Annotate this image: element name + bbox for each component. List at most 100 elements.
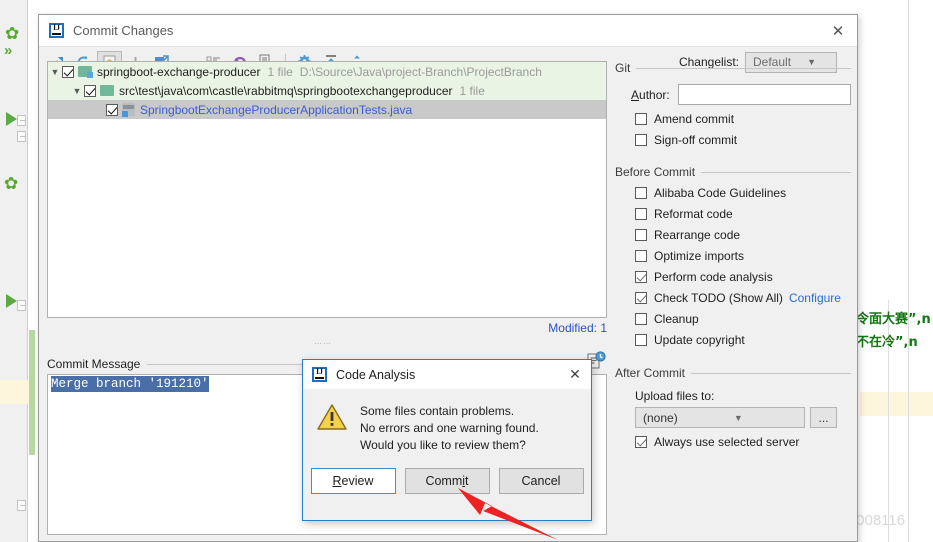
table-row[interactable]: ▼ src\test\java\com\castle\rabbitmq\spri… <box>48 81 606 100</box>
update-copyright-checkbox[interactable] <box>635 334 647 346</box>
optimize-imports-checkbox[interactable] <box>635 250 647 262</box>
cleanup-label: Cleanup <box>654 312 699 326</box>
always-use-server-row[interactable]: Always use selected server <box>635 435 851 449</box>
chevron-down-icon: ▼ <box>733 412 743 423</box>
spring-leaf-icon[interactable]: ✿ <box>5 25 23 43</box>
alibaba-guidelines-checkbox[interactable] <box>635 187 647 199</box>
tree-node-label: SpringbootExchangeProducerApplicationTes… <box>140 102 413 117</box>
dialog-body: Some files contain problems. No errors a… <box>303 389 591 454</box>
code-fold-marker[interactable] <box>17 300 26 311</box>
signoff-commit-label: Sign-off commit <box>654 133 738 147</box>
tree-node-label: springboot-exchange-producer <box>97 64 261 79</box>
close-icon[interactable]: ✕ <box>825 18 851 44</box>
amend-commit-row[interactable]: Amend commit <box>635 112 851 126</box>
intellij-logo-icon <box>49 23 64 38</box>
chevron-down-icon[interactable]: ▼ <box>48 67 62 77</box>
git-section: Git Author: Amend commit Sign-off commit <box>615 61 851 147</box>
git-section-title: Git <box>615 61 631 75</box>
upload-target-row: (none) ▼ ... <box>635 407 851 428</box>
check-todo-label: Check TODO (Show All) <box>654 291 783 305</box>
tree-node-count: 1 file <box>267 64 293 79</box>
update-copyright-label: Update copyright <box>654 333 745 347</box>
java-test-file-icon <box>122 103 135 117</box>
code-fold-marker[interactable] <box>17 131 26 142</box>
row-checkbox[interactable] <box>106 103 118 116</box>
optimize-imports-label: Optimize imports <box>654 249 745 263</box>
code-fold-marker[interactable] <box>17 115 26 126</box>
editor-gutter <box>0 0 28 542</box>
upload-server-value: (none) <box>643 410 678 425</box>
before-commit-title: Before Commit <box>615 165 696 179</box>
dialog-message-line-3: Would you like to review them? <box>360 438 526 452</box>
chevron-down-icon[interactable]: ▼ <box>70 86 84 96</box>
before-commit-section: Before Commit Alibaba Code Guidelines Re… <box>615 165 851 347</box>
module-folder-icon <box>78 66 93 78</box>
row-checkbox[interactable] <box>84 84 96 97</box>
dialog-message-line-1: Some files contain problems. <box>360 404 515 418</box>
spring-bean-icon[interactable]: ✿ <box>4 175 22 193</box>
rearrange-code-checkbox[interactable] <box>635 229 647 241</box>
check-todo-checkbox[interactable] <box>635 292 647 304</box>
before-commit-item-optimize[interactable]: Optimize imports <box>635 249 851 263</box>
upload-files-label: Upload files to: <box>635 389 715 403</box>
review-button[interactable]: Review <box>310 468 396 494</box>
row-checkbox[interactable] <box>62 65 74 78</box>
section-divider <box>691 372 851 374</box>
editor-chinese-text-line2: 不在冷”,n <box>856 331 918 350</box>
double-chevron-icon[interactable]: » <box>4 42 22 60</box>
before-commit-item-rearrange[interactable]: Rearrange code <box>635 228 851 242</box>
dialog-title-bar: Code Analysis ✕ <box>303 360 591 389</box>
editor-scroll-divider <box>908 0 909 542</box>
before-commit-item-analysis[interactable]: Perform code analysis <box>635 270 851 284</box>
vcs-change-marker <box>29 330 35 455</box>
intellij-logo-icon <box>312 367 327 382</box>
red-arrow-pointer <box>458 488 558 540</box>
always-use-server-checkbox[interactable] <box>635 436 647 448</box>
dialog-message: Some files contain problems. No errors a… <box>360 403 539 454</box>
amend-commit-label: Amend commit <box>654 112 735 126</box>
warning-triangle-icon <box>317 403 347 431</box>
before-commit-header: Before Commit <box>615 165 851 179</box>
folder-icon <box>100 85 114 96</box>
modified-count-label: Modified: 1 <box>548 321 607 335</box>
table-row[interactable]: SpringbootExchangeProducerApplicationTes… <box>48 100 606 119</box>
before-commit-item-copyright[interactable]: Update copyright <box>635 333 851 347</box>
before-commit-item-alibaba[interactable]: Alibaba Code Guidelines <box>635 186 851 200</box>
reformat-code-label: Reformat code <box>654 207 733 221</box>
reformat-code-checkbox[interactable] <box>635 208 647 220</box>
author-field[interactable] <box>677 84 851 105</box>
after-commit-title: After Commit <box>615 366 686 380</box>
dialog-message-line-2: No errors and one warning found. <box>360 421 539 435</box>
perform-code-analysis-label: Perform code analysis <box>654 270 773 284</box>
after-commit-header: After Commit <box>615 366 851 380</box>
signoff-commit-row[interactable]: Sign-off commit <box>635 133 851 147</box>
cleanup-checkbox[interactable] <box>635 313 647 325</box>
perform-code-analysis-checkbox[interactable] <box>635 271 647 283</box>
close-icon[interactable]: ✕ <box>563 363 587 387</box>
configure-link[interactable]: Configure <box>789 291 841 305</box>
browse-servers-button[interactable]: ... <box>810 407 837 428</box>
dialog-title: Code Analysis <box>336 367 416 382</box>
code-fold-marker[interactable] <box>17 500 26 511</box>
commit-options-panel: Git Author: Amend commit Sign-off commit <box>615 61 851 531</box>
amend-commit-checkbox[interactable] <box>635 113 647 125</box>
window-title-bar: Commit Changes ✕ <box>39 15 857 47</box>
splitter-handle[interactable]: ⋯⋯ <box>314 340 340 348</box>
before-commit-item-reformat[interactable]: Reformat code <box>635 207 851 221</box>
editor-chinese-text-line1: 令面大赛”,n <box>856 308 931 327</box>
alibaba-guidelines-label: Alibaba Code Guidelines <box>654 186 787 200</box>
before-commit-item-todo[interactable]: Check TODO (Show All) Configure <box>635 291 851 305</box>
tree-node-label: src\test\java\com\castle\rabbitmq\spring… <box>119 83 453 98</box>
signoff-commit-checkbox[interactable] <box>635 134 647 146</box>
chinese-text-1: 令面大赛”,n <box>856 312 931 327</box>
table-row[interactable]: ▼ springboot-exchange-producer 1 file D:… <box>48 62 606 81</box>
before-commit-item-cleanup[interactable]: Cleanup <box>635 312 851 326</box>
upload-server-dropdown[interactable]: (none) ▼ <box>635 407 805 428</box>
commit-message-value: Merge branch '191210' <box>51 376 209 392</box>
author-label: Author: <box>631 87 670 102</box>
section-divider <box>701 171 851 173</box>
commit-message-label: Commit Message <box>47 357 141 371</box>
changes-tree[interactable]: ▼ springboot-exchange-producer 1 file D:… <box>47 61 607 318</box>
author-row: Author: <box>631 84 851 105</box>
rearrange-code-label: Rearrange code <box>654 228 741 242</box>
